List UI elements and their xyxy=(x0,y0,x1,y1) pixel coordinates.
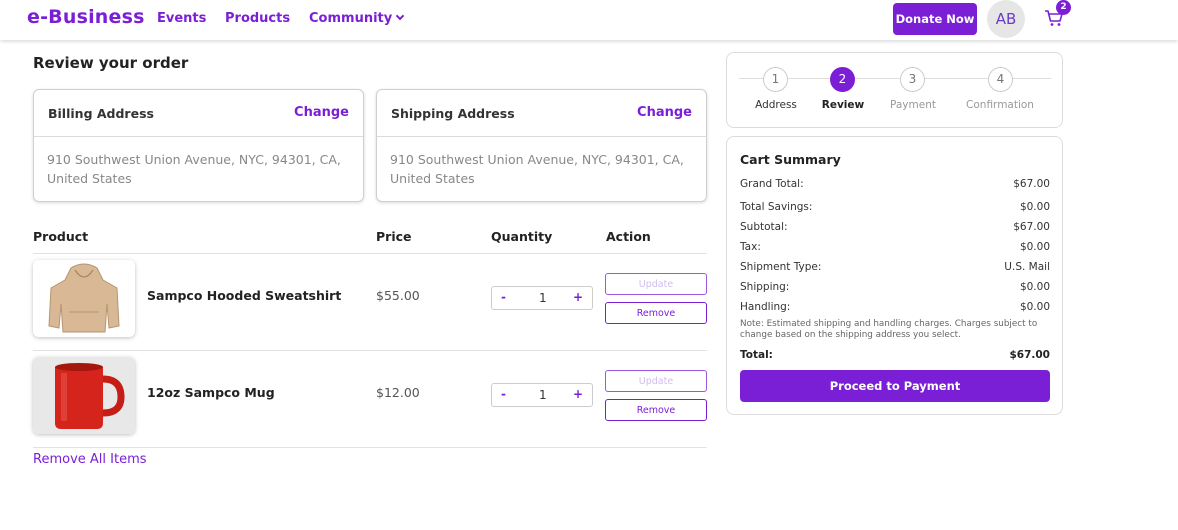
avatar[interactable]: AB xyxy=(987,0,1025,38)
step-circle-address[interactable]: 1 xyxy=(763,67,788,92)
summary-value: U.S. Mail xyxy=(1004,261,1050,273)
col-header-price: Price xyxy=(376,229,412,244)
summary-label: Subtotal: xyxy=(740,221,788,233)
shipping-address-header: Shipping Address Change xyxy=(377,90,706,137)
shipping-note: Note: Estimated shipping and handling ch… xyxy=(740,319,1038,340)
quantity-stepper: - 1 + xyxy=(491,383,593,407)
update-button[interactable]: Update xyxy=(605,273,707,295)
donate-button[interactable]: Donate Now xyxy=(893,3,977,35)
nav-products[interactable]: Products xyxy=(225,11,290,26)
quantity-value[interactable]: 1 xyxy=(539,388,547,402)
remove-button[interactable]: Remove xyxy=(605,302,707,324)
increment-button[interactable]: + xyxy=(573,387,583,401)
total-value: $67.00 xyxy=(1009,349,1050,361)
product-image-mug[interactable] xyxy=(33,357,135,434)
cart-summary: Cart Summary Grand Total: $67.00 Total Sa… xyxy=(726,136,1063,415)
update-button[interactable]: Update xyxy=(605,370,707,392)
product-price: $12.00 xyxy=(376,385,420,400)
top-header: e-Business Events Products Community Don… xyxy=(0,0,1178,40)
divider xyxy=(33,447,707,448)
billing-address-text: 910 Southwest Union Avenue, NYC, 94301, … xyxy=(47,152,341,186)
quantity-stepper: - 1 + xyxy=(491,286,593,310)
summary-label: Grand Total: xyxy=(740,178,804,190)
summary-value: $0.00 xyxy=(1019,201,1050,213)
summary-value: $67.00 xyxy=(1013,178,1050,190)
nav-events[interactable]: Events xyxy=(157,11,206,26)
summary-row-handling: Handling: $0.00 xyxy=(740,301,1050,313)
chevron-down-icon xyxy=(395,11,405,21)
nav-community[interactable]: Community xyxy=(309,11,405,26)
step-circle-confirmation[interactable]: 4 xyxy=(988,67,1013,92)
summary-label: Shipment Type: xyxy=(740,261,822,273)
summary-row-shipment-type: Shipment Type: U.S. Mail xyxy=(740,261,1050,273)
summary-label: Tax: xyxy=(740,241,761,253)
product-image-sweatshirt[interactable] xyxy=(33,260,135,337)
proceed-to-payment-button[interactable]: Proceed to Payment xyxy=(740,370,1050,402)
quantity-value[interactable]: 1 xyxy=(539,291,547,305)
summary-value: $0.00 xyxy=(1019,241,1050,253)
summary-row-tax: Tax: $0.00 xyxy=(740,241,1050,253)
billing-address-card: Billing Address Change 910 Southwest Uni… xyxy=(33,89,364,202)
summary-row-total: Total: $67.00 xyxy=(740,349,1050,361)
product-name: 12oz Sampco Mug xyxy=(147,385,275,400)
col-header-product: Product xyxy=(33,229,89,244)
billing-address-title: Billing Address xyxy=(48,106,154,121)
step-label-confirmation: Confirmation xyxy=(966,99,1034,111)
page-title: Review your order xyxy=(33,54,189,72)
mug-icon xyxy=(33,357,135,434)
nav-community-label: Community xyxy=(309,11,393,26)
logo[interactable]: e-Business xyxy=(27,6,145,28)
summary-row-grand-total: Grand Total: $67.00 xyxy=(740,178,1050,190)
table-row: Sampco Hooded Sweatshirt $55.00 - 1 + Up… xyxy=(33,254,707,350)
summary-value: $67.00 xyxy=(1013,221,1050,233)
product-name: Sampco Hooded Sweatshirt xyxy=(147,288,342,303)
summary-row-subtotal: Subtotal: $67.00 xyxy=(740,221,1050,233)
product-price: $55.00 xyxy=(376,288,420,303)
total-label: Total: xyxy=(740,349,773,361)
remove-button[interactable]: Remove xyxy=(605,399,707,421)
summary-row-shipping: Shipping: $0.00 xyxy=(740,281,1050,293)
billing-address-header: Billing Address Change xyxy=(34,90,363,137)
checkout-stepper: 1 2 3 4 Address Review Payment Confirmat… xyxy=(726,52,1063,128)
shipping-address-text: 910 Southwest Union Avenue, NYC, 94301, … xyxy=(390,152,684,186)
shipping-change-link[interactable]: Change xyxy=(637,105,692,120)
table-row: 12oz Sampco Mug $12.00 - 1 + Update Remo… xyxy=(33,351,707,447)
decrement-button[interactable]: - xyxy=(501,387,506,401)
remove-all-items-link[interactable]: Remove All Items xyxy=(33,452,147,467)
summary-value: $0.00 xyxy=(1019,281,1050,293)
cart-summary-title: Cart Summary xyxy=(740,152,841,167)
step-circle-payment[interactable]: 3 xyxy=(900,67,925,92)
col-header-quantity: Quantity xyxy=(491,229,553,244)
step-label-payment: Payment xyxy=(890,99,936,111)
shipping-address-title: Shipping Address xyxy=(391,106,515,121)
hoodie-icon xyxy=(33,260,135,337)
summary-value: $0.00 xyxy=(1019,301,1050,313)
step-circle-review[interactable]: 2 xyxy=(830,67,855,92)
increment-button[interactable]: + xyxy=(573,290,583,304)
shipping-address-card: Shipping Address Change 910 Southwest Un… xyxy=(376,89,707,202)
summary-label: Shipping: xyxy=(740,281,790,293)
summary-label: Handling: xyxy=(740,301,791,313)
summary-row-total-savings: Total Savings: $0.00 xyxy=(740,201,1050,213)
col-header-action: Action xyxy=(606,229,651,244)
decrement-button[interactable]: - xyxy=(501,290,506,304)
summary-label: Total Savings: xyxy=(740,201,813,213)
cart-count-badge: 2 xyxy=(1056,0,1071,15)
billing-change-link[interactable]: Change xyxy=(294,105,349,120)
